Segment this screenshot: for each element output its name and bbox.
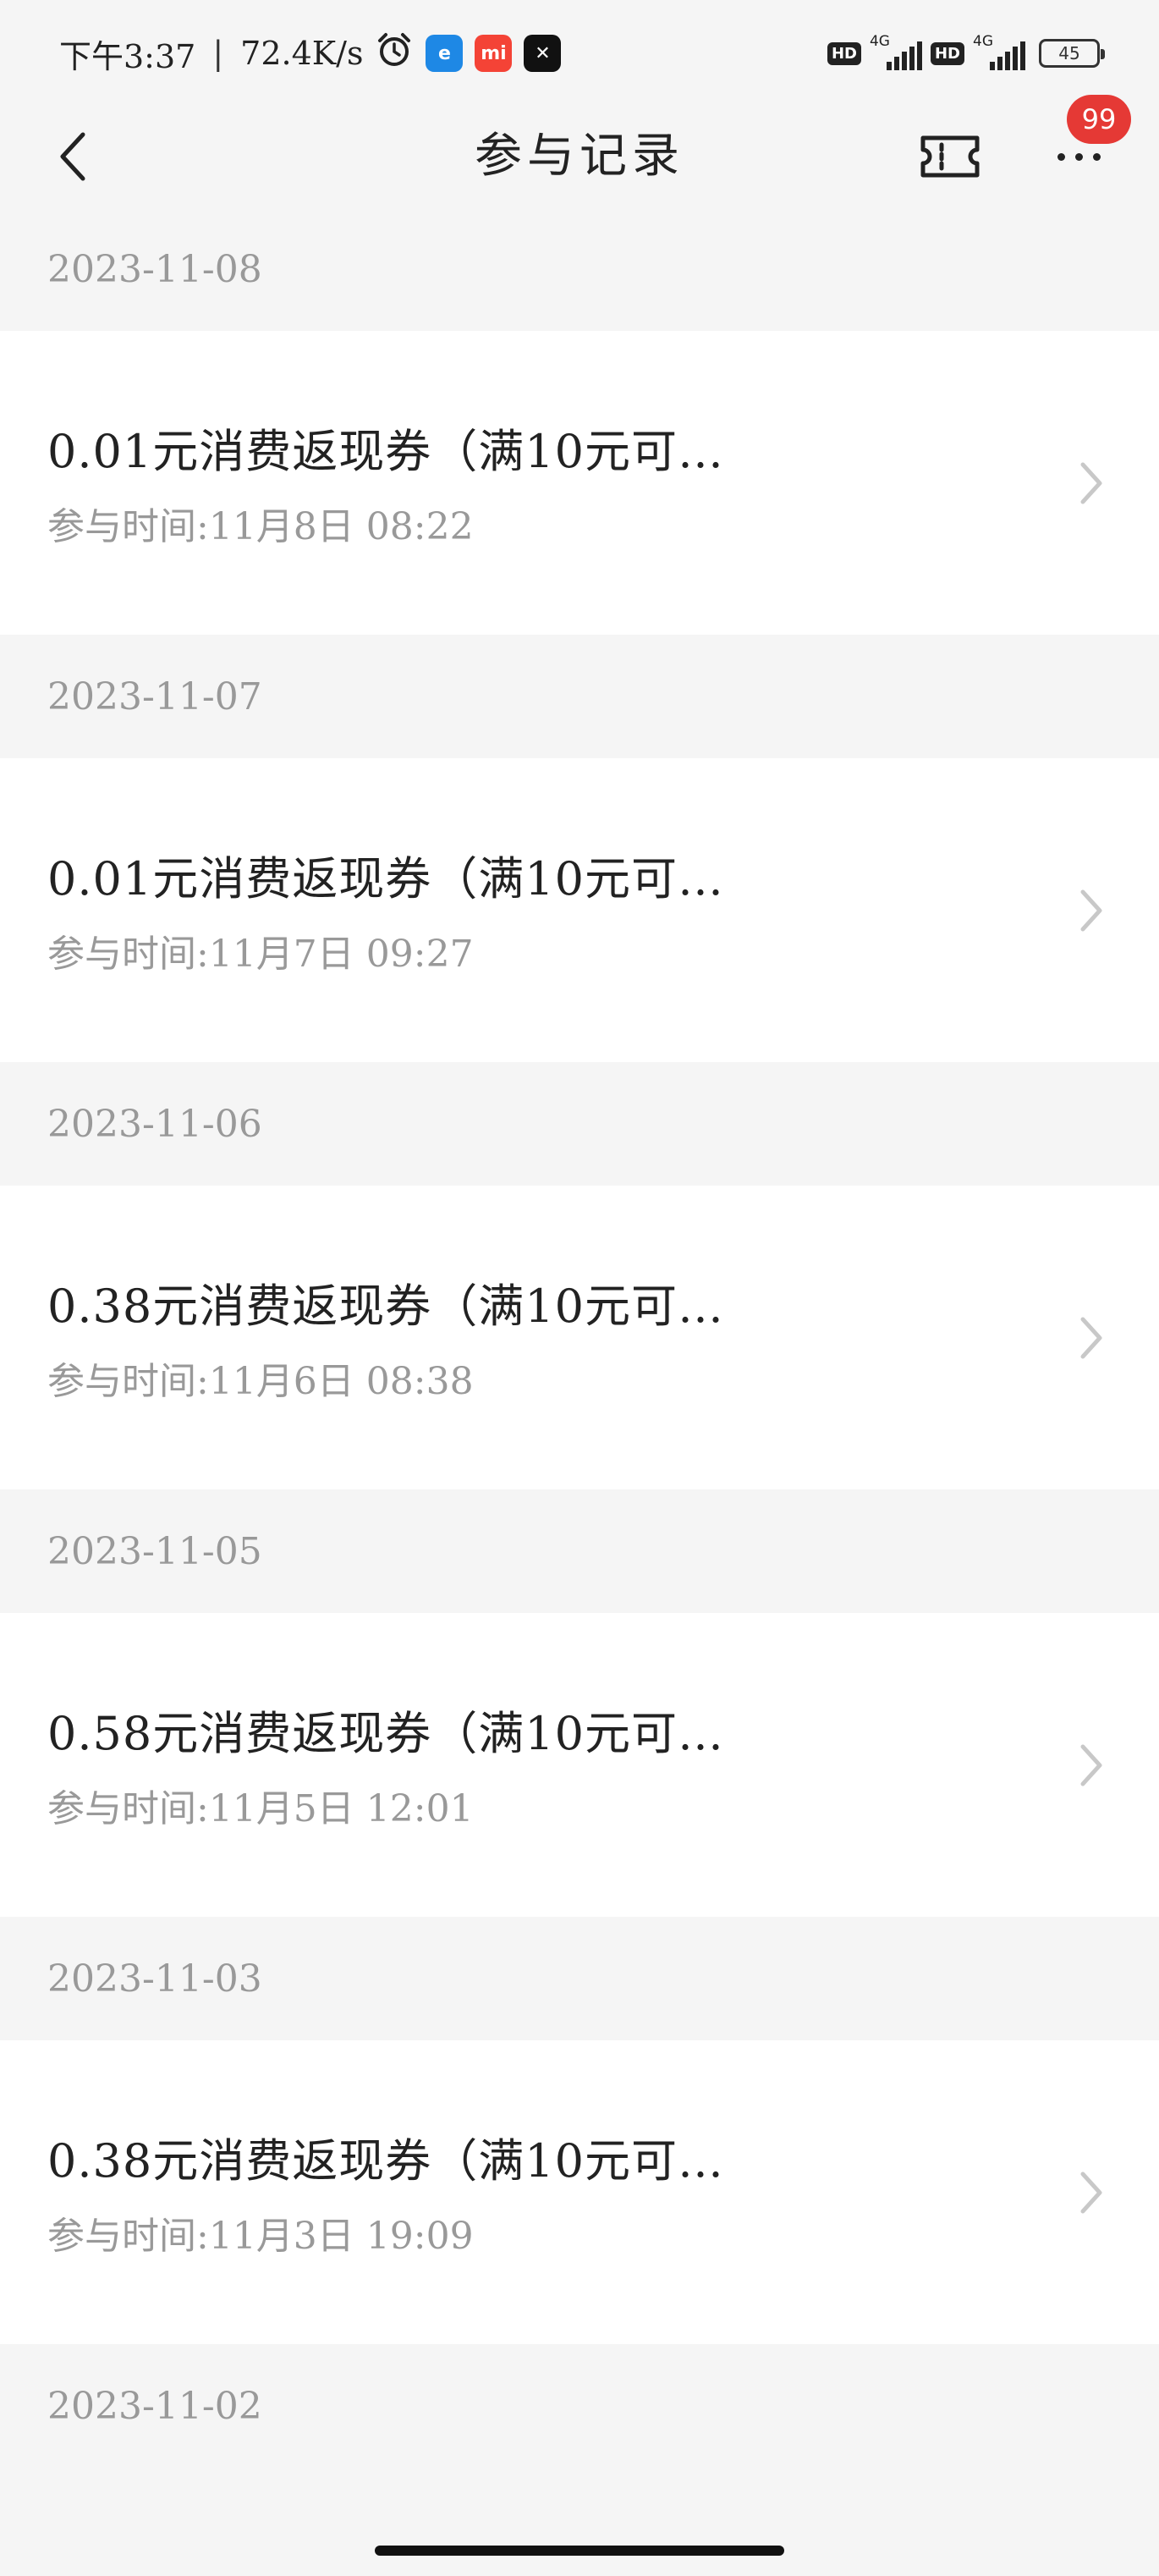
nav-bar: 参与记录 xyxy=(0,106,1159,207)
more-icon xyxy=(1057,152,1065,161)
record-title: 0.38元消费返现券（满10元可… xyxy=(47,2134,724,2188)
status-separator: | xyxy=(212,35,224,72)
records-list: 2023-11-08 0.01元消费返现券（满10元可… 参与时间:11月8日 … xyxy=(0,207,1159,2468)
status-bar: 下午3:37 | 72.4K/s e mi ✕ HD 4G HD 4G 45 xyxy=(0,0,1159,106)
record-title: 0.01元消费返现券（满10元可… xyxy=(47,852,724,905)
hd-badge-1: HD xyxy=(827,41,861,65)
chevron-right-icon xyxy=(1080,889,1102,932)
hd-badge-2: HD xyxy=(930,41,964,65)
status-right: HD 4G HD 4G 45 xyxy=(827,30,1105,76)
date-header: 2023-11-07 xyxy=(0,635,1159,758)
chevron-right-icon xyxy=(1080,1744,1102,1786)
date-header: 2023-11-08 xyxy=(0,207,1159,331)
notification-badge: 99 xyxy=(1067,95,1131,144)
date-header: 2023-11-02 xyxy=(0,2344,1159,2468)
record-time: 参与时间:11月6日 08:38 xyxy=(47,1360,474,1403)
record-time: 参与时间:11月5日 12:01 xyxy=(47,1787,474,1830)
alarm-icon xyxy=(375,30,414,77)
record-time: 参与时间:11月7日 09:27 xyxy=(47,933,474,976)
record-item[interactable]: 0.01元消费返现券（满10元可… 参与时间:11月8日 08:22 xyxy=(0,331,1159,635)
record-item[interactable]: 0.58元消费返现券（满10元可… 参与时间:11月5日 12:01 xyxy=(0,1613,1159,1917)
date-header: 2023-11-06 xyxy=(0,1062,1159,1186)
record-title: 0.01元消费返现券（满10元可… xyxy=(47,425,724,478)
status-left: 下午3:37 | 72.4K/s e mi ✕ xyxy=(59,30,562,77)
chevron-right-icon xyxy=(1080,1317,1102,1359)
signal-icon-2: 4G xyxy=(973,33,1025,74)
record-title: 0.58元消费返现券（满10元可… xyxy=(47,1707,724,1760)
home-indicator[interactable] xyxy=(375,2546,784,2556)
mi-store-app-icon: mi xyxy=(475,35,513,72)
page-title: 参与记录 xyxy=(475,129,684,184)
signal-icon-1: 4G xyxy=(870,33,922,74)
battery-level: 45 xyxy=(1058,43,1080,63)
record-item[interactable]: 0.01元消费返现券（满10元可… 参与时间:11月7日 09:27 xyxy=(0,758,1159,1062)
record-item[interactable]: 0.38元消费返现券（满10元可… 参与时间:11月3日 19:09 xyxy=(0,2040,1159,2344)
status-time: 下午3:37 xyxy=(59,37,196,75)
record-time: 参与时间:11月8日 08:22 xyxy=(47,505,474,548)
date-header: 2023-11-03 xyxy=(0,1917,1159,2040)
chevron-right-icon xyxy=(1080,2171,1102,2214)
ticket-button[interactable] xyxy=(918,124,982,189)
network-speed: 72.4K/s xyxy=(240,35,364,72)
date-header: 2023-11-05 xyxy=(0,1489,1159,1613)
capcut-app-icon: ✕ xyxy=(524,35,562,72)
ticket-icon xyxy=(920,135,980,178)
chevron-right-icon xyxy=(1080,462,1102,504)
record-title: 0.38元消费返现券（满10元可… xyxy=(47,1280,724,1333)
record-time: 参与时间:11月3日 19:09 xyxy=(47,2215,474,2258)
browser-app-icon: e xyxy=(426,35,464,72)
battery-icon: 45 xyxy=(1039,39,1105,68)
record-item[interactable]: 0.38元消费返现券（满10元可… 参与时间:11月6日 08:38 xyxy=(0,1186,1159,1489)
